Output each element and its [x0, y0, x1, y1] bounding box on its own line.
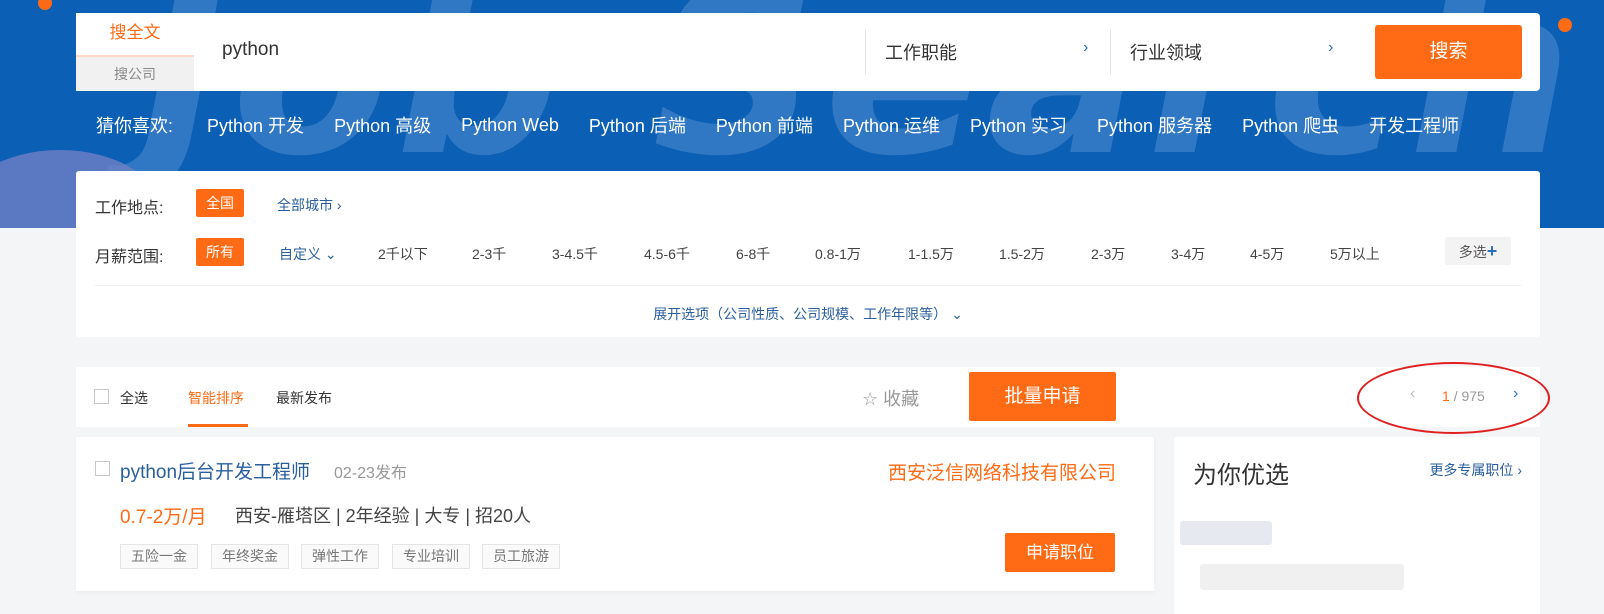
search-mode-tabs: 搜全文 搜公司 — [76, 13, 194, 91]
salary-option[interactable]: 4-5万 — [1250, 244, 1284, 264]
job-checkbox[interactable] — [95, 461, 110, 476]
results-toolbar: 全选 智能排序 最新发布 ☆ 收藏 批量申请 ‹ 1 / 975 › — [76, 362, 1550, 434]
salary-option[interactable]: 2-3千 — [472, 244, 506, 264]
salary-option[interactable]: 1.5-2万 — [999, 244, 1045, 264]
salary: 0.7-2万/月 — [120, 507, 207, 528]
star-icon: ☆ — [862, 389, 879, 409]
salary-option[interactable]: 5万以上 — [1330, 244, 1380, 264]
suggestion-link[interactable]: Python 高级 — [334, 112, 431, 138]
tab-search-full-text[interactable]: 搜全文 — [76, 13, 194, 55]
salary-option[interactable]: 4.5-6千 — [644, 244, 690, 264]
benefit-tag: 五险一金 — [120, 544, 198, 569]
suggestion-link[interactable]: Python 开发 — [207, 112, 304, 138]
industry-dropdown[interactable]: 行业领域 — [1130, 39, 1202, 65]
more-jobs-label: 更多专属职位 — [1429, 462, 1514, 478]
suggestion-link[interactable]: 开发工程师 — [1369, 112, 1459, 138]
location-label: 工作地点: — [95, 200, 164, 217]
benefit-tag: 弹性工作 — [301, 544, 379, 569]
suggestion-label: 猜你喜欢: — [96, 116, 174, 136]
suggestion-link[interactable]: Python 爬虫 — [1242, 112, 1339, 138]
blurred-content — [1180, 521, 1272, 545]
chevron-right-icon[interactable]: › — [1328, 39, 1333, 57]
suggestion-link[interactable]: Python Web — [461, 115, 559, 136]
suggestion-link[interactable]: Python 服务器 — [1097, 112, 1212, 138]
salary-option[interactable]: 2千以下 — [378, 244, 428, 264]
custom-salary-dropdown[interactable]: 自定义 ⌄ — [279, 244, 337, 264]
location-chip-selected[interactable]: 全国 — [196, 189, 244, 217]
more-jobs-link[interactable]: 更多专属职位 › — [1429, 460, 1522, 480]
chevron-right-icon: › — [336, 197, 342, 213]
chevron-right-icon: › — [1517, 462, 1522, 478]
job-info: 西安-雁塔区 | 2年经验 | 大专 | 招20人 — [235, 506, 532, 526]
suggestion-link[interactable]: Python 实习 — [970, 112, 1067, 138]
salary-option[interactable]: 3-4.5千 — [552, 244, 598, 264]
salary-option[interactable]: 2-3万 — [1091, 244, 1125, 264]
expand-options-link[interactable]: 展开选项（公司性质、公司规模、工作年限等） ⌄ — [76, 304, 1540, 324]
divider — [865, 29, 866, 75]
search-button[interactable]: 搜索 — [1375, 25, 1522, 79]
suggestion-link[interactable]: Python 前端 — [716, 112, 813, 138]
job-date: 02-23发布 — [334, 465, 407, 482]
suggestion-link[interactable]: Python 运维 — [843, 112, 940, 138]
salary-option[interactable]: 6-8千 — [736, 244, 770, 264]
salary-option[interactable]: 0.8-1万 — [815, 244, 861, 264]
tab-search-company[interactable]: 搜公司 — [76, 55, 194, 91]
select-all-checkbox[interactable] — [94, 389, 109, 404]
chevron-right-icon[interactable]: › — [1083, 39, 1088, 57]
salary-option[interactable]: 1-1.5万 — [908, 244, 954, 264]
batch-apply-button[interactable]: 批量申请 — [969, 372, 1116, 421]
recommendation-title: 为你优选 — [1193, 462, 1289, 489]
recommendation-panel: 为你优选 更多专属职位 › — [1174, 437, 1540, 614]
salary-option[interactable]: 3-4万 — [1171, 244, 1205, 264]
multi-select-label: 多选 — [1458, 244, 1487, 260]
job-card[interactable]: python后台开发工程师 02-23发布 西安泛信网络科技有限公司 0.7-2… — [76, 437, 1154, 591]
all-cities-label: 全部城市 — [277, 197, 333, 213]
chevron-down-icon: ⌄ — [324, 246, 337, 262]
all-cities-link[interactable]: 全部城市 › — [277, 195, 342, 215]
blurred-content — [1200, 564, 1404, 590]
custom-label: 自定义 — [279, 246, 321, 262]
benefit-tag: 年终奖金 — [211, 544, 289, 569]
job-function-dropdown[interactable]: 工作职能 — [885, 39, 957, 65]
hero-decoration-dot — [1558, 18, 1572, 32]
favorite-label: 收藏 — [883, 389, 920, 409]
chevron-down-icon: ⌄ — [951, 306, 963, 322]
favorite-button[interactable]: ☆ 收藏 — [862, 385, 919, 411]
job-title-link[interactable]: python后台开发工程师 — [120, 457, 310, 484]
hero-decoration-dot — [38, 0, 52, 10]
search-bar: 搜全文 搜公司 python 工作职能 › 行业领域 › 搜索 — [76, 13, 1540, 91]
active-tab-indicator — [188, 424, 248, 427]
expand-options-label: 展开选项（公司性质、公司规模、工作年限等） — [653, 306, 948, 322]
suggestion-link[interactable]: Python 后端 — [589, 112, 686, 138]
apply-button[interactable]: 申请职位 — [1005, 533, 1115, 572]
benefit-tag: 专业培训 — [392, 544, 470, 569]
divider — [1110, 29, 1111, 75]
sort-latest-tab[interactable]: 最新发布 — [276, 388, 332, 408]
benefit-tag: 员工旅游 — [482, 544, 560, 569]
salary-label: 月薪范围: — [95, 249, 164, 266]
filter-panel: 工作地点: 全国 全部城市 › 月薪范围: 所有 自定义 ⌄ 2千以下 2-3千… — [76, 171, 1540, 337]
company-link[interactable]: 西安泛信网络科技有限公司 — [888, 458, 1116, 485]
search-input[interactable]: python — [222, 39, 279, 61]
plus-icon: + — [1486, 241, 1498, 261]
sort-smart-tab[interactable]: 智能排序 — [188, 388, 244, 408]
salary-chip-selected[interactable]: 所有 — [196, 238, 244, 266]
suggestion-row: 猜你喜欢: Python 开发 Python 高级 Python Web Pyt… — [96, 112, 1489, 138]
select-all-label[interactable]: 全选 — [120, 388, 148, 408]
multi-select-button[interactable]: 多选+ — [1445, 237, 1511, 265]
divider — [95, 285, 1521, 286]
annotation-circle — [1357, 362, 1550, 434]
